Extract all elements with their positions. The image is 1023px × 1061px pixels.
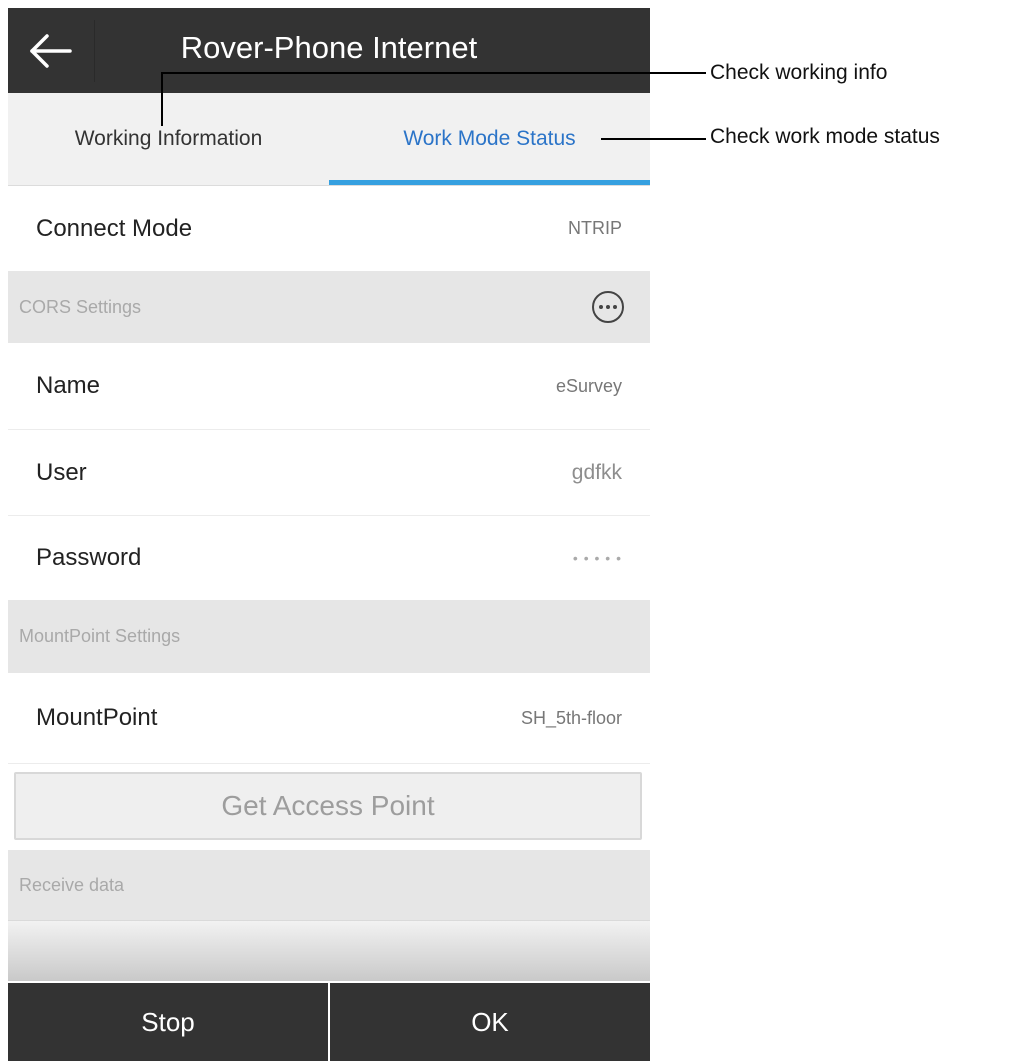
bottom-action-bar: Stop OK <box>8 983 650 1061</box>
arrow-left-icon <box>28 33 72 68</box>
more-options-button[interactable] <box>592 291 624 323</box>
more-options-icon <box>598 305 619 309</box>
user-label: User <box>36 458 87 486</box>
mountpoint-row[interactable]: MountPoint SH_5th-floor <box>8 673 650 764</box>
connect-mode-value: NTRIP <box>568 218 622 238</box>
header-divider <box>94 20 95 82</box>
receive-data-label: Receive data <box>19 874 125 895</box>
callout-check-working-info: Check working info <box>710 61 888 84</box>
name-row[interactable]: Name eSurvey <box>8 343 650 430</box>
stop-button[interactable]: Stop <box>8 983 328 1061</box>
tab-bar: Working Information Work Mode Status <box>8 93 650 186</box>
page-title: Rover-Phone Internet <box>180 30 478 65</box>
cors-settings-section: CORS Settings <box>8 271 650 343</box>
receive-data-area <box>8 920 650 981</box>
password-row[interactable]: Password • • • • • <box>8 516 650 600</box>
name-label: Name <box>36 372 101 399</box>
connect-mode-label: Connect Mode <box>36 214 193 242</box>
cors-settings-label: CORS Settings <box>19 296 142 317</box>
name-value: eSurvey <box>555 375 622 396</box>
user-value: gdfkk <box>571 460 622 484</box>
password-value: • • • • • <box>572 550 622 566</box>
password-label: Password <box>36 544 142 571</box>
title-bar: Rover-Phone Internet <box>8 8 650 93</box>
connect-mode-row[interactable]: Connect Mode NTRIP <box>8 186 650 272</box>
get-access-point-button[interactable]: Get Access Point <box>14 772 642 840</box>
mountpoint-settings-label: MountPoint Settings <box>19 626 181 646</box>
tab-working-information[interactable]: Working Information <box>8 93 329 185</box>
ok-button[interactable]: OK <box>330 983 650 1061</box>
user-row[interactable]: User gdfkk <box>8 430 650 516</box>
mountpoint-label: MountPoint <box>36 704 158 731</box>
back-button[interactable] <box>8 8 92 93</box>
active-tab-indicator <box>329 180 650 185</box>
phone-screen: Rover-Phone Internet Working Information… <box>8 8 650 1061</box>
tab-work-mode-status[interactable]: Work Mode Status <box>329 93 650 185</box>
mountpoint-settings-section: MountPoint Settings <box>8 600 650 673</box>
callout-check-work-mode-status: Check work mode status <box>710 125 940 148</box>
mountpoint-value: SH_5th-floor <box>520 707 622 728</box>
receive-data-section: Receive data <box>8 850 650 920</box>
